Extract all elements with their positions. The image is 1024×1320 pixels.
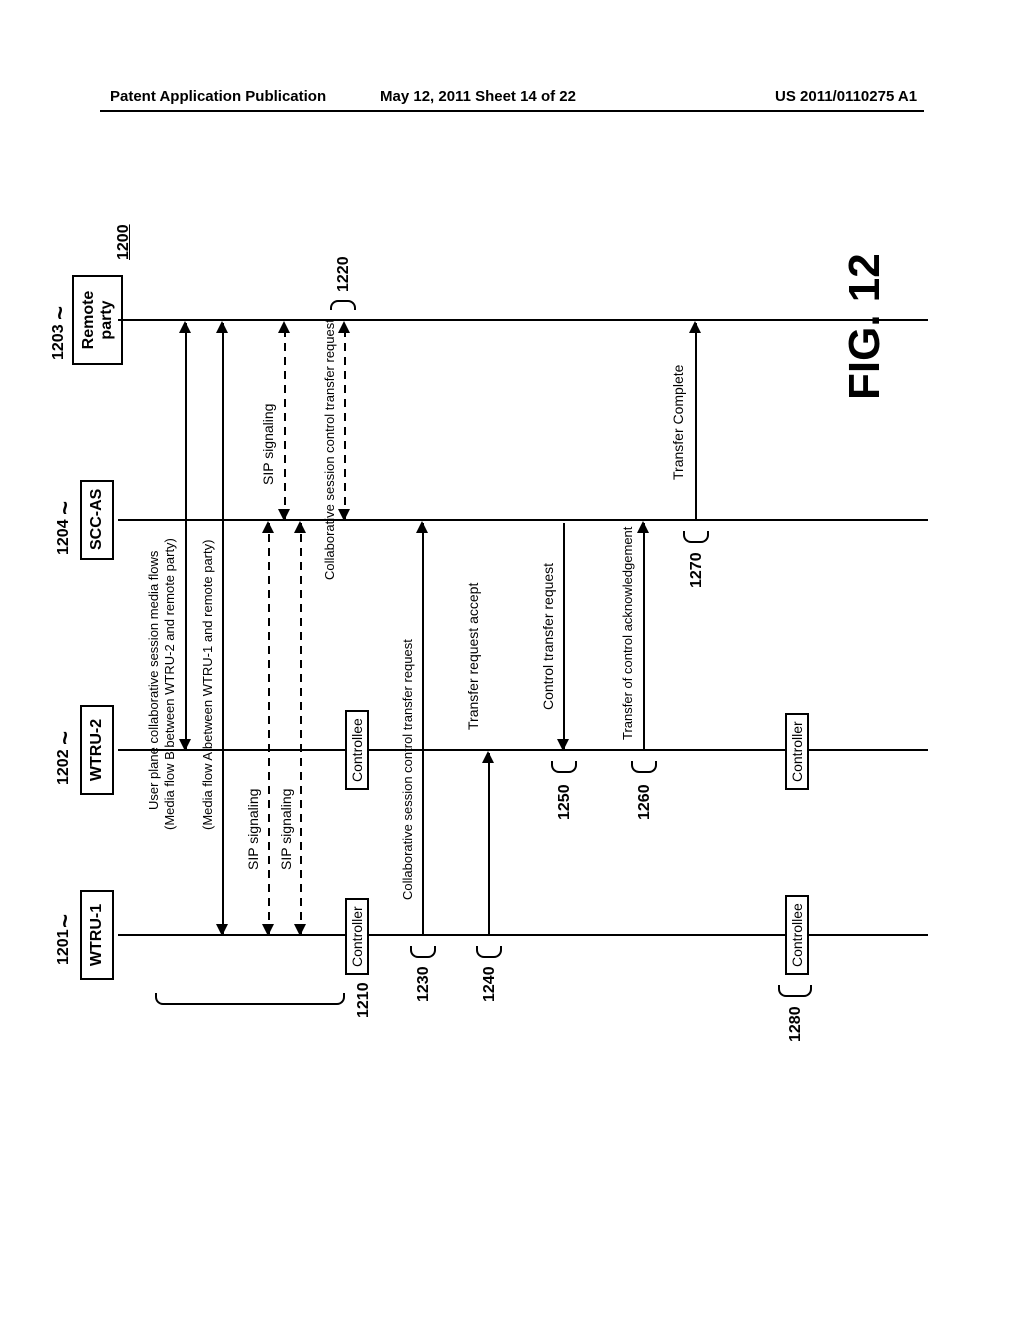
arrowhead-right-icon xyxy=(278,321,290,333)
arrowhead-right-icon xyxy=(338,321,350,333)
entity-remote: Remote party xyxy=(72,275,123,365)
ref-1201: 1201 xyxy=(55,929,73,965)
arrowhead-left-icon xyxy=(338,509,350,521)
arrow-1220 xyxy=(344,323,346,519)
tilde-icon: ~ xyxy=(52,501,80,515)
arrow-sip-1 xyxy=(268,523,270,934)
ref-1220: 1220 xyxy=(335,256,353,292)
arrow-1230 xyxy=(422,523,424,934)
brace-1260 xyxy=(631,761,657,773)
ref-1250: 1250 xyxy=(556,784,574,820)
arrowhead-right-icon xyxy=(637,521,649,533)
ref-1210: 1210 xyxy=(355,982,373,1018)
arrowhead-right-icon xyxy=(179,321,191,333)
arrowhead-right-icon xyxy=(416,521,428,533)
label-sip-3: SIP signaling xyxy=(260,404,276,485)
role-wtru2-initial: Controllee xyxy=(345,710,369,790)
label-flowa: (Media flow A between WTRU-1 and remote … xyxy=(200,540,215,830)
header-left: Patent Application Publication xyxy=(110,88,326,105)
ref-1270: 1270 xyxy=(688,552,706,588)
arrowhead-left-icon xyxy=(216,924,228,936)
tilde-icon: ~ xyxy=(52,914,80,928)
label-userplane: User plane collaborative session media f… xyxy=(146,551,161,810)
ref-1280: 1280 xyxy=(787,1006,805,1042)
arrowhead-right-icon xyxy=(294,521,306,533)
brace-1250 xyxy=(551,761,577,773)
ref-1260: 1260 xyxy=(636,784,654,820)
header-rule xyxy=(100,110,924,112)
arrowhead-right-icon xyxy=(689,321,701,333)
label-complete: Transfer Complete xyxy=(670,365,686,480)
arrow-1260 xyxy=(643,523,645,749)
arrow-flowa xyxy=(222,323,224,934)
arrow-sip-3 xyxy=(284,323,286,519)
role-wtru2-final: Controller xyxy=(785,713,809,790)
ref-1200: 1200 xyxy=(115,224,133,260)
label-collab-req-1220: Collaborative session control transfer r… xyxy=(322,319,337,580)
brace-1270 xyxy=(683,531,709,543)
arrowhead-right-icon xyxy=(262,521,274,533)
label-sip-2: SIP signaling xyxy=(278,789,294,870)
brace-1220 xyxy=(330,300,356,310)
arrowhead-right-icon xyxy=(482,751,494,763)
arrowhead-left-icon xyxy=(557,739,569,751)
role-wtru1-initial: Controller xyxy=(345,898,369,975)
ref-1204: 1204 xyxy=(55,519,73,555)
ref-1240: 1240 xyxy=(481,966,499,1002)
brace-1240 xyxy=(476,946,502,958)
brace-1210 xyxy=(155,993,345,1005)
entity-sccas: SCC-AS xyxy=(80,480,114,560)
arrowhead-right-icon xyxy=(216,321,228,333)
arrow-1240 xyxy=(488,753,490,934)
header-right: US 2011/0110275 A1 xyxy=(775,88,917,105)
lifeline-remote xyxy=(118,319,928,321)
tilde-icon: ~ xyxy=(47,306,75,320)
figure-label: FIG. 12 xyxy=(840,253,890,400)
tilde-icon: ~ xyxy=(52,731,80,745)
entity-remote-label: Remote party xyxy=(80,291,115,350)
label-sip-1: SIP signaling xyxy=(245,789,261,870)
ref-1202: 1202 xyxy=(55,749,73,785)
lifeline-sccas xyxy=(118,519,928,521)
label-req-accept: Transfer request accept xyxy=(465,583,481,730)
ref-1203: 1203 xyxy=(50,324,68,360)
ref-1230: 1230 xyxy=(415,966,433,1002)
header-mid: May 12, 2011 Sheet 14 of 22 xyxy=(380,88,576,105)
role-wtru1-final: Controllee xyxy=(785,895,809,975)
arrowhead-left-icon xyxy=(278,509,290,521)
arrow-1250 xyxy=(563,523,565,749)
brace-1280 xyxy=(778,985,812,997)
label-collab-req-1230: Collaborative session control transfer r… xyxy=(400,639,415,900)
sequence-diagram: WTRU-1 WTRU-2 SCC-AS Remote party 1201 ~… xyxy=(50,200,950,1000)
arrowhead-left-icon xyxy=(262,924,274,936)
entity-wtru1: WTRU-1 xyxy=(80,890,114,980)
arrowhead-left-icon xyxy=(294,924,306,936)
arrow-1270 xyxy=(695,323,697,519)
label-ctrl-ack: Transfer of control acknowledgement xyxy=(620,527,635,740)
arrow-sip-2 xyxy=(300,523,302,934)
arrow-flowb xyxy=(185,323,187,749)
label-ctrl-req: Control transfer request xyxy=(540,563,556,710)
label-flowb: (Media flow B between WTRU-2 and remote … xyxy=(162,538,177,830)
brace-1230 xyxy=(410,946,436,958)
entity-wtru2: WTRU-2 xyxy=(80,705,114,795)
arrowhead-left-icon xyxy=(179,739,191,751)
